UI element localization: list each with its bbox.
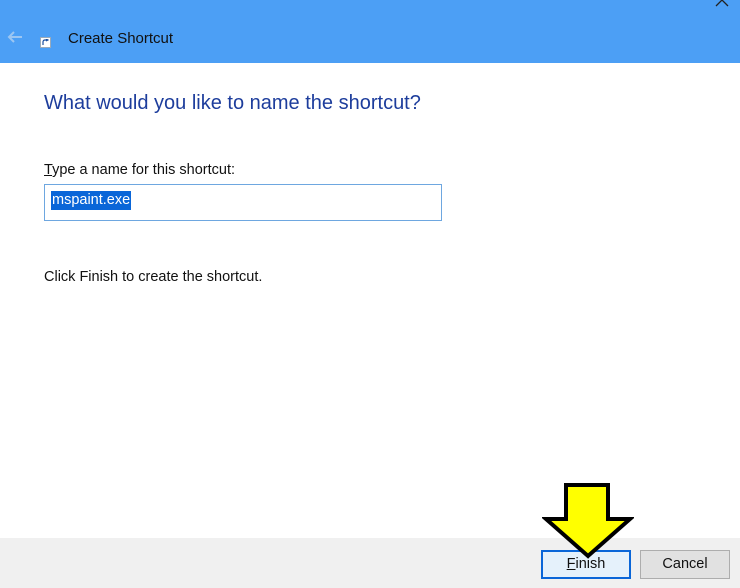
label-mnemonic: T (44, 162, 53, 178)
shortcut-name-label: Type a name for this shortcut: (44, 161, 235, 179)
shortcut-icon (40, 37, 51, 48)
create-shortcut-window: Create Shortcut What would you like to n… (0, 0, 740, 588)
page-heading: What would you like to name the shortcut… (44, 92, 421, 114)
shortcut-name-value[interactable]: mspaint.exe (51, 191, 132, 210)
down-arrow-annotation (542, 483, 634, 559)
cancel-button[interactable]: Cancel (640, 550, 730, 579)
back-arrow-icon[interactable] (6, 30, 24, 44)
close-icon[interactable] (714, 0, 730, 8)
window-title: Create Shortcut (68, 30, 174, 47)
shortcut-name-input[interactable]: mspaint.exe (44, 184, 442, 221)
label-text: ype a name for this shortcut: (52, 162, 236, 178)
title-bar: Create Shortcut (0, 0, 740, 63)
finish-hint: Click Finish to create the shortcut. (44, 269, 263, 285)
